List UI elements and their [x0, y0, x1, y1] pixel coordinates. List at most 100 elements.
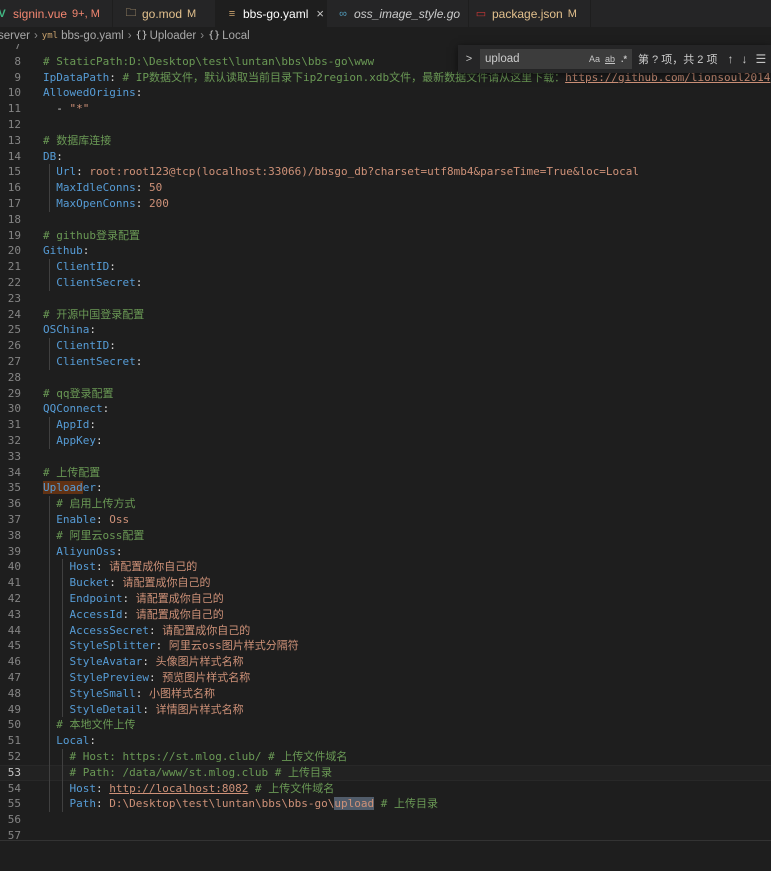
close-icon[interactable]: × — [316, 6, 324, 21]
code-line[interactable]: 49 StyleDetail: 详情图片样式名称 — [0, 702, 771, 718]
code-line[interactable]: 37 Enable: Oss — [0, 512, 771, 528]
code-line[interactable]: 54 Host: http://localhost:8082 # 上传文件域名 — [0, 781, 771, 797]
code-line[interactable]: 35 Uploader: — [0, 480, 771, 496]
code-line[interactable]: 46 StyleAvatar: 头像图片样式名称 — [0, 654, 771, 670]
code-token: : — [96, 781, 110, 795]
line-number: 12 — [7, 118, 21, 131]
code-line[interactable]: 50 # 本地文件上传 — [0, 717, 771, 733]
code-line[interactable]: 28 — [0, 370, 771, 386]
code-line[interactable]: 22 ClientSecret: — [0, 275, 771, 291]
code-token: : — [122, 592, 136, 605]
code-token: 请配置成你自己的 — [122, 576, 211, 590]
regex-icon[interactable]: .* — [621, 54, 627, 64]
code-line[interactable]: 14 DB: — [0, 149, 771, 165]
code-line[interactable]: 39 AliyunOss: — [0, 544, 771, 560]
code-line[interactable]: 16 MaxIdleConns: 50 — [0, 180, 771, 196]
line-content: Enable: Oss — [43, 512, 129, 528]
indent-guide — [62, 559, 63, 718]
next-match-icon[interactable]: ↓ — [741, 52, 747, 66]
code-token: StyleSplitter — [69, 639, 156, 653]
code-line[interactable]: 25 OSChina: — [0, 322, 771, 338]
code-token: ClientID — [56, 260, 110, 274]
code-line[interactable]: 40 Host: 请配置成你自己的 — [0, 559, 771, 575]
breadcrumb-item-server[interactable]: server — [0, 30, 30, 42]
code-line[interactable]: 47 StylePreview: 预览图片样式名称 — [0, 670, 771, 686]
code-line[interactable]: 38 # 阿里云oss配置 — [0, 528, 771, 544]
code-line[interactable]: 27 ClientSecret: — [0, 354, 771, 370]
code-line[interactable]: 13 # 数据库连接 — [0, 133, 771, 149]
code-editor[interactable]: 7 8 # StaticPath:D:\Desktop\test\luntan\bb… — [0, 44, 771, 840]
code-token: : — [56, 149, 63, 163]
code-line[interactable]: 10 AllowedOrigins: — [0, 85, 771, 101]
code-line[interactable]: 18 — [0, 212, 771, 228]
code-line[interactable]: 31 AppId: — [0, 417, 771, 433]
code-line[interactable]: 55 Path: D:\Desktop\test\luntan\bbs\bbs-… — [0, 796, 771, 812]
line-number: 33 — [7, 449, 21, 463]
code-line[interactable]: 23 — [0, 291, 771, 307]
code-line[interactable]: 56 — [0, 812, 771, 828]
toggle-replace-icon[interactable]: > — [462, 53, 476, 65]
code-line[interactable]: 12 — [0, 117, 771, 133]
code-token: # 开源中国登录配置 — [43, 307, 145, 321]
code-token: # github登录配置 — [43, 228, 140, 242]
code-line[interactable]: 20 Github: — [0, 243, 771, 259]
code-line[interactable]: 21 ClientID: — [0, 259, 771, 275]
code-line[interactable]: 26 ClientID: — [0, 338, 771, 354]
line-number: 56 — [7, 813, 21, 827]
code-token: 请配置成你自己的 — [135, 607, 224, 621]
line-content: AllowedOrigins: — [43, 85, 142, 101]
code-line[interactable]: 15 Url: root:root123@tcp(localhost:33066… — [0, 164, 771, 180]
code-token: Enable — [56, 513, 96, 526]
code-line[interactable]: 17 MaxOpenConns: 200 — [0, 196, 771, 212]
tab-bbs-go-yaml[interactable]: ≡ bbs-go.yaml × — [216, 0, 327, 27]
menu-icon[interactable]: ☰ — [755, 52, 766, 66]
whole-word-icon[interactable]: ab — [605, 54, 615, 64]
line-number: 16 — [7, 181, 21, 195]
code-line[interactable]: 51 Local: — [0, 733, 771, 749]
code-line[interactable]: 57 — [0, 828, 771, 840]
code-line[interactable]: 41 Bucket: 请配置成你自己的 — [0, 575, 771, 591]
breadcrumb-item-local[interactable]: Local — [222, 30, 250, 42]
tab-package-json[interactable]: ▭ package.json M — [469, 0, 591, 27]
code-line[interactable]: 19 # github登录配置 — [0, 228, 771, 244]
code-token: QQConnect — [43, 402, 103, 416]
match-case-icon[interactable]: Aa — [589, 54, 600, 64]
code-line[interactable]: 29 # qq登录配置 — [0, 386, 771, 402]
code-line[interactable]: 44 AccessSecret: 请配置成你自己的 — [0, 623, 771, 639]
line-number: 48 — [7, 686, 21, 700]
code-line[interactable]: 52 # Host: https://st.mlog.club/ # 上传文件域… — [0, 749, 771, 765]
line-content: Host: http://localhost:8082 # 上传文件域名 — [43, 781, 335, 797]
code-token: : — [96, 797, 110, 811]
tab-signin-vue[interactable]: V signin.vue 9+, M — [0, 0, 113, 27]
code-line[interactable]: 11 - "*" — [0, 101, 771, 117]
code-line[interactable]: 42 Endpoint: 请配置成你自己的 — [0, 591, 771, 607]
code-line[interactable]: 33 — [0, 449, 771, 465]
line-number: 51 — [7, 734, 21, 748]
tab-go-mod[interactable]: 🗀 go.mod M — [113, 0, 216, 27]
code-line[interactable]: 32 AppKey: — [0, 433, 771, 449]
code-line[interactable]: 43 AccessId: 请配置成你自己的 — [0, 607, 771, 623]
code-line[interactable]: 53 # Path: /data/www/st.mlog.club # 上传目录 — [0, 765, 771, 781]
code-token: : — [109, 70, 123, 84]
line-number: 34 — [7, 465, 21, 479]
code-line[interactable]: 48 StyleSmall: 小图样式名称 — [0, 686, 771, 702]
code-token: : — [135, 181, 149, 195]
find-input[interactable]: upload Aa ab .* — [480, 49, 632, 69]
previous-match-icon[interactable]: ↑ — [727, 52, 733, 66]
code-line[interactable]: 34 # 上传配置 — [0, 465, 771, 481]
breadcrumb-item-uploader[interactable]: Uploader — [150, 30, 197, 42]
indent-guide — [49, 164, 50, 212]
find-input-value: upload — [485, 53, 520, 65]
code-line[interactable]: 45 StyleSplitter: 阿里云oss图片样式分隔符 — [0, 638, 771, 654]
tab-oss-image-style-go[interactable]: ∞ oss_image_style.go — [327, 0, 469, 27]
bottom-panel — [0, 840, 771, 871]
code-token: : — [122, 607, 136, 621]
tab-label: bbs-go.yaml — [243, 6, 309, 21]
code-line[interactable]: 36 # 启用上传方式 — [0, 496, 771, 512]
code-line[interactable]: 24 # 开源中国登录配置 — [0, 307, 771, 323]
code-token: IpDataPath — [43, 70, 110, 84]
breadcrumb-item-file[interactable]: bbs-go.yaml — [61, 30, 124, 42]
code-line[interactable]: 30 QQConnect: — [0, 401, 771, 417]
code-token: # Path: /data/www/st.mlog.club # 上传目录 — [69, 765, 333, 779]
